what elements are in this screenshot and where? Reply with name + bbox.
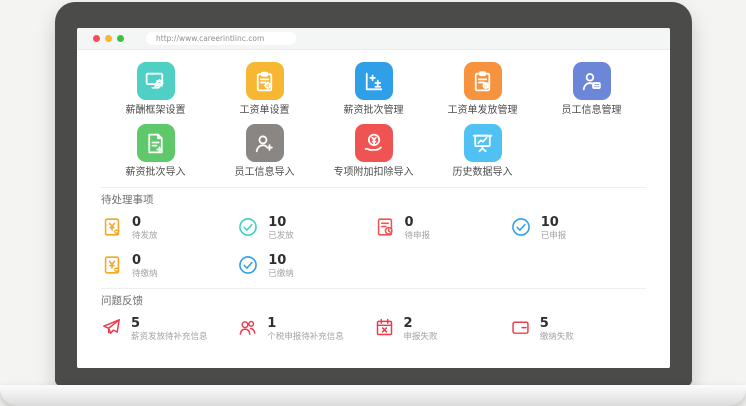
stat-count: 0 bbox=[132, 254, 158, 267]
check-circle-icon bbox=[510, 216, 532, 238]
people-icon bbox=[237, 317, 258, 338]
stat-label: 薪资发放待补充信息 bbox=[131, 333, 208, 342]
app-shortcut[interactable]: 历史数据导入 bbox=[428, 124, 537, 178]
pending-section-title: 待处理事项 bbox=[101, 195, 646, 206]
stat-count: 10 bbox=[541, 216, 567, 229]
calendar-x-icon bbox=[374, 317, 395, 338]
app-shortcut[interactable]: 员工信息导入 bbox=[210, 124, 319, 178]
app-shortcut[interactable]: 员工信息管理 bbox=[537, 62, 646, 116]
monitor-gear-icon bbox=[137, 62, 175, 100]
stat-text: 5 缴纳失败 bbox=[540, 317, 574, 342]
doc-yen-icon bbox=[101, 254, 123, 276]
tax-hand-icon bbox=[355, 124, 393, 162]
stat-item[interactable]: 0 待缴纳 bbox=[101, 254, 237, 279]
chart-board-icon bbox=[464, 124, 502, 162]
traffic-light-dot bbox=[117, 35, 124, 42]
app-shortcut[interactable]: 薪资批次管理 bbox=[319, 62, 428, 116]
app-shortcut-label: 员工信息管理 bbox=[562, 105, 622, 116]
laptop-base bbox=[0, 385, 746, 406]
app-shortcut-label: 专项附加扣除导入 bbox=[334, 167, 414, 178]
app-shortcut-label: 员工信息导入 bbox=[235, 167, 295, 178]
stat-text: 10 已发放 bbox=[268, 216, 294, 241]
doc-plus-icon bbox=[137, 124, 175, 162]
stat-label: 个税申报待补充信息 bbox=[267, 333, 344, 342]
stat-item[interactable]: 5 薪资发放待补充信息 bbox=[101, 317, 237, 342]
app-shortcut[interactable]: 工资单发放管理 bbox=[428, 62, 537, 116]
stat-item[interactable]: 0 待发放 bbox=[101, 216, 237, 241]
app-shortcut-label: 薪资批次导入 bbox=[126, 167, 186, 178]
stat-count: 10 bbox=[268, 254, 294, 267]
dashboard-content: 薪酬框架设置 工资单设置 薪资批次管理 工资单发放管理 员工信息管理 薪资批次导入 员工信… bbox=[77, 50, 670, 368]
doc-yen-icon bbox=[101, 216, 123, 238]
app-shortcut-label: 工资单发放管理 bbox=[448, 105, 518, 116]
stat-text: 10 已申报 bbox=[541, 216, 567, 241]
stat-text: 1 个税申报待补充信息 bbox=[267, 317, 344, 342]
doc-clock-icon bbox=[374, 216, 396, 238]
app-shortcut-label: 薪酬框架设置 bbox=[126, 105, 186, 116]
stat-text: 5 薪资发放待补充信息 bbox=[131, 317, 208, 342]
wallet-icon bbox=[510, 317, 531, 338]
check-circle-icon bbox=[237, 254, 259, 276]
clipboard-gear-icon bbox=[246, 62, 284, 100]
browser-bar: http://www.careerintlinc.com bbox=[77, 28, 670, 50]
stat-item[interactable]: 10 已缴纳 bbox=[237, 254, 373, 279]
stat-text: 2 申报失败 bbox=[404, 317, 438, 342]
laptop-bezel: http://www.careerintlinc.com 薪酬框架设置 工资单设置… bbox=[55, 2, 692, 386]
app-shortcut[interactable]: 薪酬框架设置 bbox=[101, 62, 210, 116]
stat-label: 申报失败 bbox=[404, 333, 438, 342]
paper-plane-icon bbox=[101, 317, 122, 338]
stat-item[interactable]: 10 已申报 bbox=[510, 216, 646, 241]
traffic-light-dot bbox=[93, 35, 100, 42]
stat-text: 10 已缴纳 bbox=[268, 254, 294, 279]
pending-grid: 0 待发放 10 已发放 0 待申报 10 已申报 0 待缴纳 10 已缴纳 bbox=[101, 216, 646, 279]
stat-label: 待申报 bbox=[405, 232, 431, 241]
app-shortcut-label: 历史数据导入 bbox=[453, 167, 513, 178]
app-shortcut-label: 工资单设置 bbox=[240, 105, 290, 116]
stat-item[interactable]: 2 申报失败 bbox=[374, 317, 510, 342]
stat-item[interactable]: 10 已发放 bbox=[237, 216, 373, 241]
app-shortcut[interactable]: 专项附加扣除导入 bbox=[319, 124, 428, 178]
stat-count: 5 bbox=[540, 317, 574, 330]
stat-count: 10 bbox=[268, 216, 294, 229]
address-bar[interactable]: http://www.careerintlinc.com bbox=[146, 32, 296, 45]
stat-label: 缴纳失败 bbox=[540, 333, 574, 342]
app-grid-row-2: 薪资批次导入 员工信息导入 专项附加扣除导入 历史数据导入 bbox=[101, 124, 646, 178]
calculator-icon bbox=[355, 62, 393, 100]
stat-item[interactable]: 1 个税申报待补充信息 bbox=[237, 317, 373, 342]
section-divider bbox=[101, 187, 646, 188]
stat-text: 0 待缴纳 bbox=[132, 254, 158, 279]
stat-count: 0 bbox=[132, 216, 158, 229]
stat-text: 0 待发放 bbox=[132, 216, 158, 241]
stat-label: 已缴纳 bbox=[268, 270, 294, 279]
stat-text: 0 待申报 bbox=[405, 216, 431, 241]
stat-label: 已申报 bbox=[541, 232, 567, 241]
stat-item[interactable]: 5 缴纳失败 bbox=[510, 317, 646, 342]
stat-label: 已发放 bbox=[268, 232, 294, 241]
section-divider bbox=[101, 288, 646, 289]
traffic-lights bbox=[93, 35, 124, 42]
person-plus-icon bbox=[246, 124, 284, 162]
stat-count: 2 bbox=[404, 317, 438, 330]
check-circle-icon bbox=[237, 216, 259, 238]
feedback-grid: 5 薪资发放待补充信息 1 个税申报待补充信息 2 申报失败 5 缴纳失败 bbox=[101, 317, 646, 342]
app-shortcut[interactable]: 薪资批次导入 bbox=[101, 124, 210, 178]
stat-count: 5 bbox=[131, 317, 208, 330]
stat-item[interactable]: 0 待申报 bbox=[374, 216, 510, 241]
stat-count: 1 bbox=[267, 317, 344, 330]
stat-label: 待缴纳 bbox=[132, 270, 158, 279]
app-grid-row-1: 薪酬框架设置 工资单设置 薪资批次管理 工资单发放管理 员工信息管理 bbox=[101, 62, 646, 116]
stat-count: 0 bbox=[405, 216, 431, 229]
traffic-light-dot bbox=[105, 35, 112, 42]
person-card-icon bbox=[573, 62, 611, 100]
app-shortcut[interactable]: 工资单设置 bbox=[210, 62, 319, 116]
page: http://www.careerintlinc.com 薪酬框架设置 工资单设置… bbox=[0, 0, 746, 406]
app-shortcut-label: 薪资批次管理 bbox=[344, 105, 404, 116]
laptop-screen: http://www.careerintlinc.com 薪酬框架设置 工资单设置… bbox=[77, 28, 670, 368]
feedback-section-title: 问题反馈 bbox=[101, 296, 646, 307]
stat-label: 待发放 bbox=[132, 232, 158, 241]
clipboard-coin-icon bbox=[464, 62, 502, 100]
